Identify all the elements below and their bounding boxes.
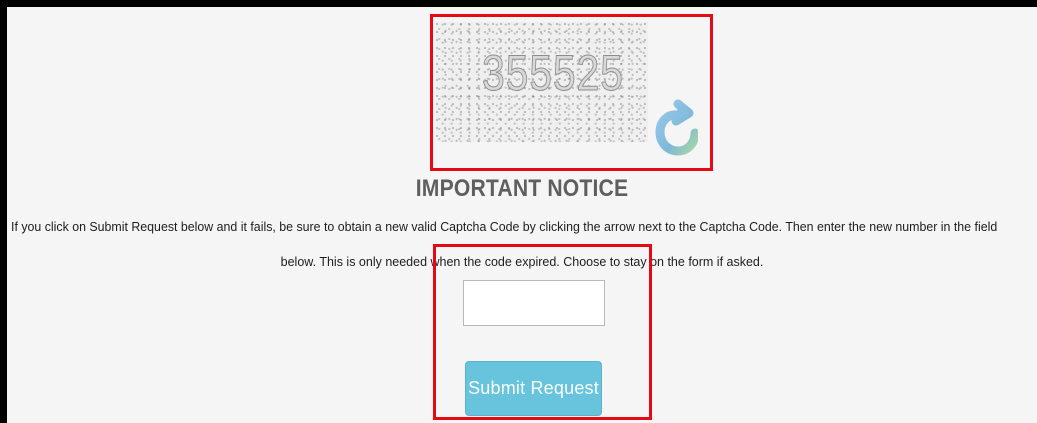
submit-request-button[interactable]: Submit Request xyxy=(465,361,602,416)
captcha-section: 355525 xyxy=(430,14,713,171)
page-canvas: 355525 IMPORTANT NOTICE If you click on … xyxy=(7,7,1037,423)
captcha-form-section: Submit Request xyxy=(433,244,652,420)
captcha-code: 355525 xyxy=(482,45,624,102)
captcha-input[interactable] xyxy=(463,280,605,326)
notice-title: IMPORTANT NOTICE xyxy=(415,175,629,202)
captcha-image: 355525 xyxy=(436,22,648,142)
notice-text-line-1: If you click on Submit Request below and… xyxy=(11,220,998,234)
refresh-icon[interactable] xyxy=(650,96,698,160)
